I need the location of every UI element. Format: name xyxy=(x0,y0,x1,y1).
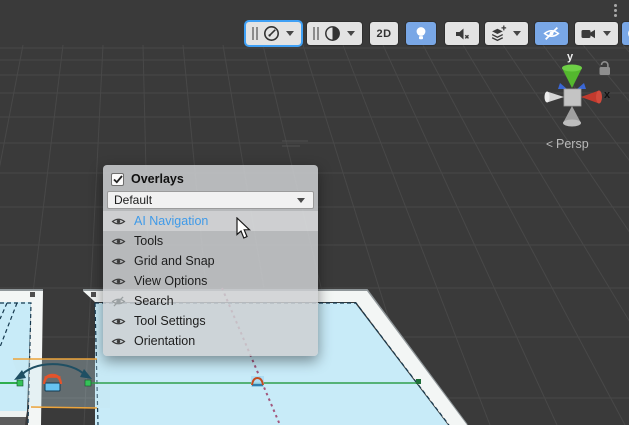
kebab-menu-icon[interactable] xyxy=(612,4,618,17)
2d-label: 2D xyxy=(376,28,391,40)
overlay-item-label: Tools xyxy=(134,234,163,248)
overlays-menu-header: Overlays xyxy=(103,170,318,190)
y-axis-cone[interactable] xyxy=(562,65,582,89)
y-axis-label[interactable]: y xyxy=(567,51,573,63)
overlay-item-ai-navigation[interactable]: AI Navigation xyxy=(103,211,318,231)
overlays-menu: Overlays Default AI Navigation Tools xyxy=(103,165,318,356)
navmesh-link-icon-small[interactable] xyxy=(251,376,264,387)
overlays-checkbox[interactable] xyxy=(111,173,124,186)
eye-icon[interactable] xyxy=(111,336,126,347)
dropdown-arrow-icon[interactable] xyxy=(513,31,521,36)
lock-icon[interactable] xyxy=(600,62,611,75)
checkmark-icon xyxy=(113,175,123,184)
speaker-muted-icon xyxy=(454,26,471,42)
mouse-cursor xyxy=(236,217,252,241)
overlay-item-label: Orientation xyxy=(134,334,195,348)
overlay-item-search[interactable]: Search xyxy=(103,291,318,311)
gizmo-center-cube[interactable] xyxy=(564,89,581,106)
navmesh-link-icon[interactable] xyxy=(44,375,61,391)
overlay-item-label: AI Navigation xyxy=(134,214,208,228)
persp-chevron-icon: < xyxy=(546,137,553,151)
overlay-item-view-options[interactable]: View Options xyxy=(103,271,318,291)
video-camera-icon xyxy=(580,26,597,42)
x-axis-label[interactable]: x xyxy=(604,89,610,101)
eye-icon[interactable] xyxy=(111,276,126,287)
gizmo-toggle-button[interactable] xyxy=(622,22,629,45)
overlay-item-label: Grid and Snap xyxy=(134,254,215,268)
drag-handle-icon[interactable] xyxy=(252,27,258,40)
overlay-item-label: View Options xyxy=(134,274,207,288)
eye-hidden-icon[interactable] xyxy=(111,296,126,307)
drag-handle-icon[interactable] xyxy=(313,27,319,40)
dropdown-arrow-icon[interactable] xyxy=(603,31,611,36)
eye-slash-icon xyxy=(543,25,560,42)
overlay-item-grid-and-snap[interactable]: Grid and Snap xyxy=(103,251,318,271)
dropdown-arrow-icon[interactable] xyxy=(347,31,355,36)
unity-scene-view: { "toolbar": { "overlay_group": { "icons… xyxy=(0,0,629,425)
overlay-toolbar-group[interactable] xyxy=(246,22,301,45)
overlay-item-tool-settings[interactable]: Tool Settings xyxy=(103,311,318,331)
preset-value: Default xyxy=(114,193,152,207)
overlay-item-label: Tool Settings xyxy=(134,314,206,328)
eye-icon[interactable] xyxy=(111,216,126,227)
layers-sparkle-icon xyxy=(490,25,507,42)
z-axis-cone[interactable] xyxy=(577,83,586,89)
dropdown-arrow-icon[interactable] xyxy=(286,31,294,36)
z-axis-cone[interactable] xyxy=(558,83,567,89)
overlay-preset-dropdown[interactable]: Default xyxy=(107,191,314,209)
audio-toggle-button[interactable] xyxy=(445,22,479,45)
2d-toggle-button[interactable]: 2D xyxy=(370,22,398,45)
camera-menu-button[interactable] xyxy=(575,22,618,45)
overlay-item-tools[interactable]: Tools xyxy=(103,231,318,251)
eye-icon[interactable] xyxy=(111,316,126,327)
vertex-handle[interactable] xyxy=(30,292,35,297)
vertex-handle[interactable] xyxy=(91,292,96,297)
lighting-toggle-button[interactable] xyxy=(406,22,436,45)
shaded-sphere-icon xyxy=(324,25,341,42)
dropdown-arrow-icon xyxy=(297,198,305,203)
eye-icon[interactable] xyxy=(111,236,126,247)
draw-mode-group[interactable] xyxy=(307,22,362,45)
overlay-item-label: Search xyxy=(134,294,174,308)
effects-menu-button[interactable] xyxy=(485,22,528,45)
projection-label: Persp xyxy=(556,137,589,151)
neg-y-axis-cone[interactable] xyxy=(563,106,581,127)
overlay-item-orientation[interactable]: Orientation xyxy=(103,331,318,351)
x-axis-cone[interactable] xyxy=(581,91,602,104)
projection-toggle[interactable]: < Persp xyxy=(546,137,589,151)
eye-icon[interactable] xyxy=(111,256,126,267)
scene-visibility-button[interactable] xyxy=(535,22,568,45)
light-bulb-icon xyxy=(413,25,429,42)
neg-x-axis-cone[interactable] xyxy=(545,92,565,103)
scene-toolbar: 2D xyxy=(246,22,629,45)
compass-icon xyxy=(263,25,280,42)
overlays-title: Overlays xyxy=(131,172,184,186)
orientation-gizmo[interactable] xyxy=(536,52,629,136)
